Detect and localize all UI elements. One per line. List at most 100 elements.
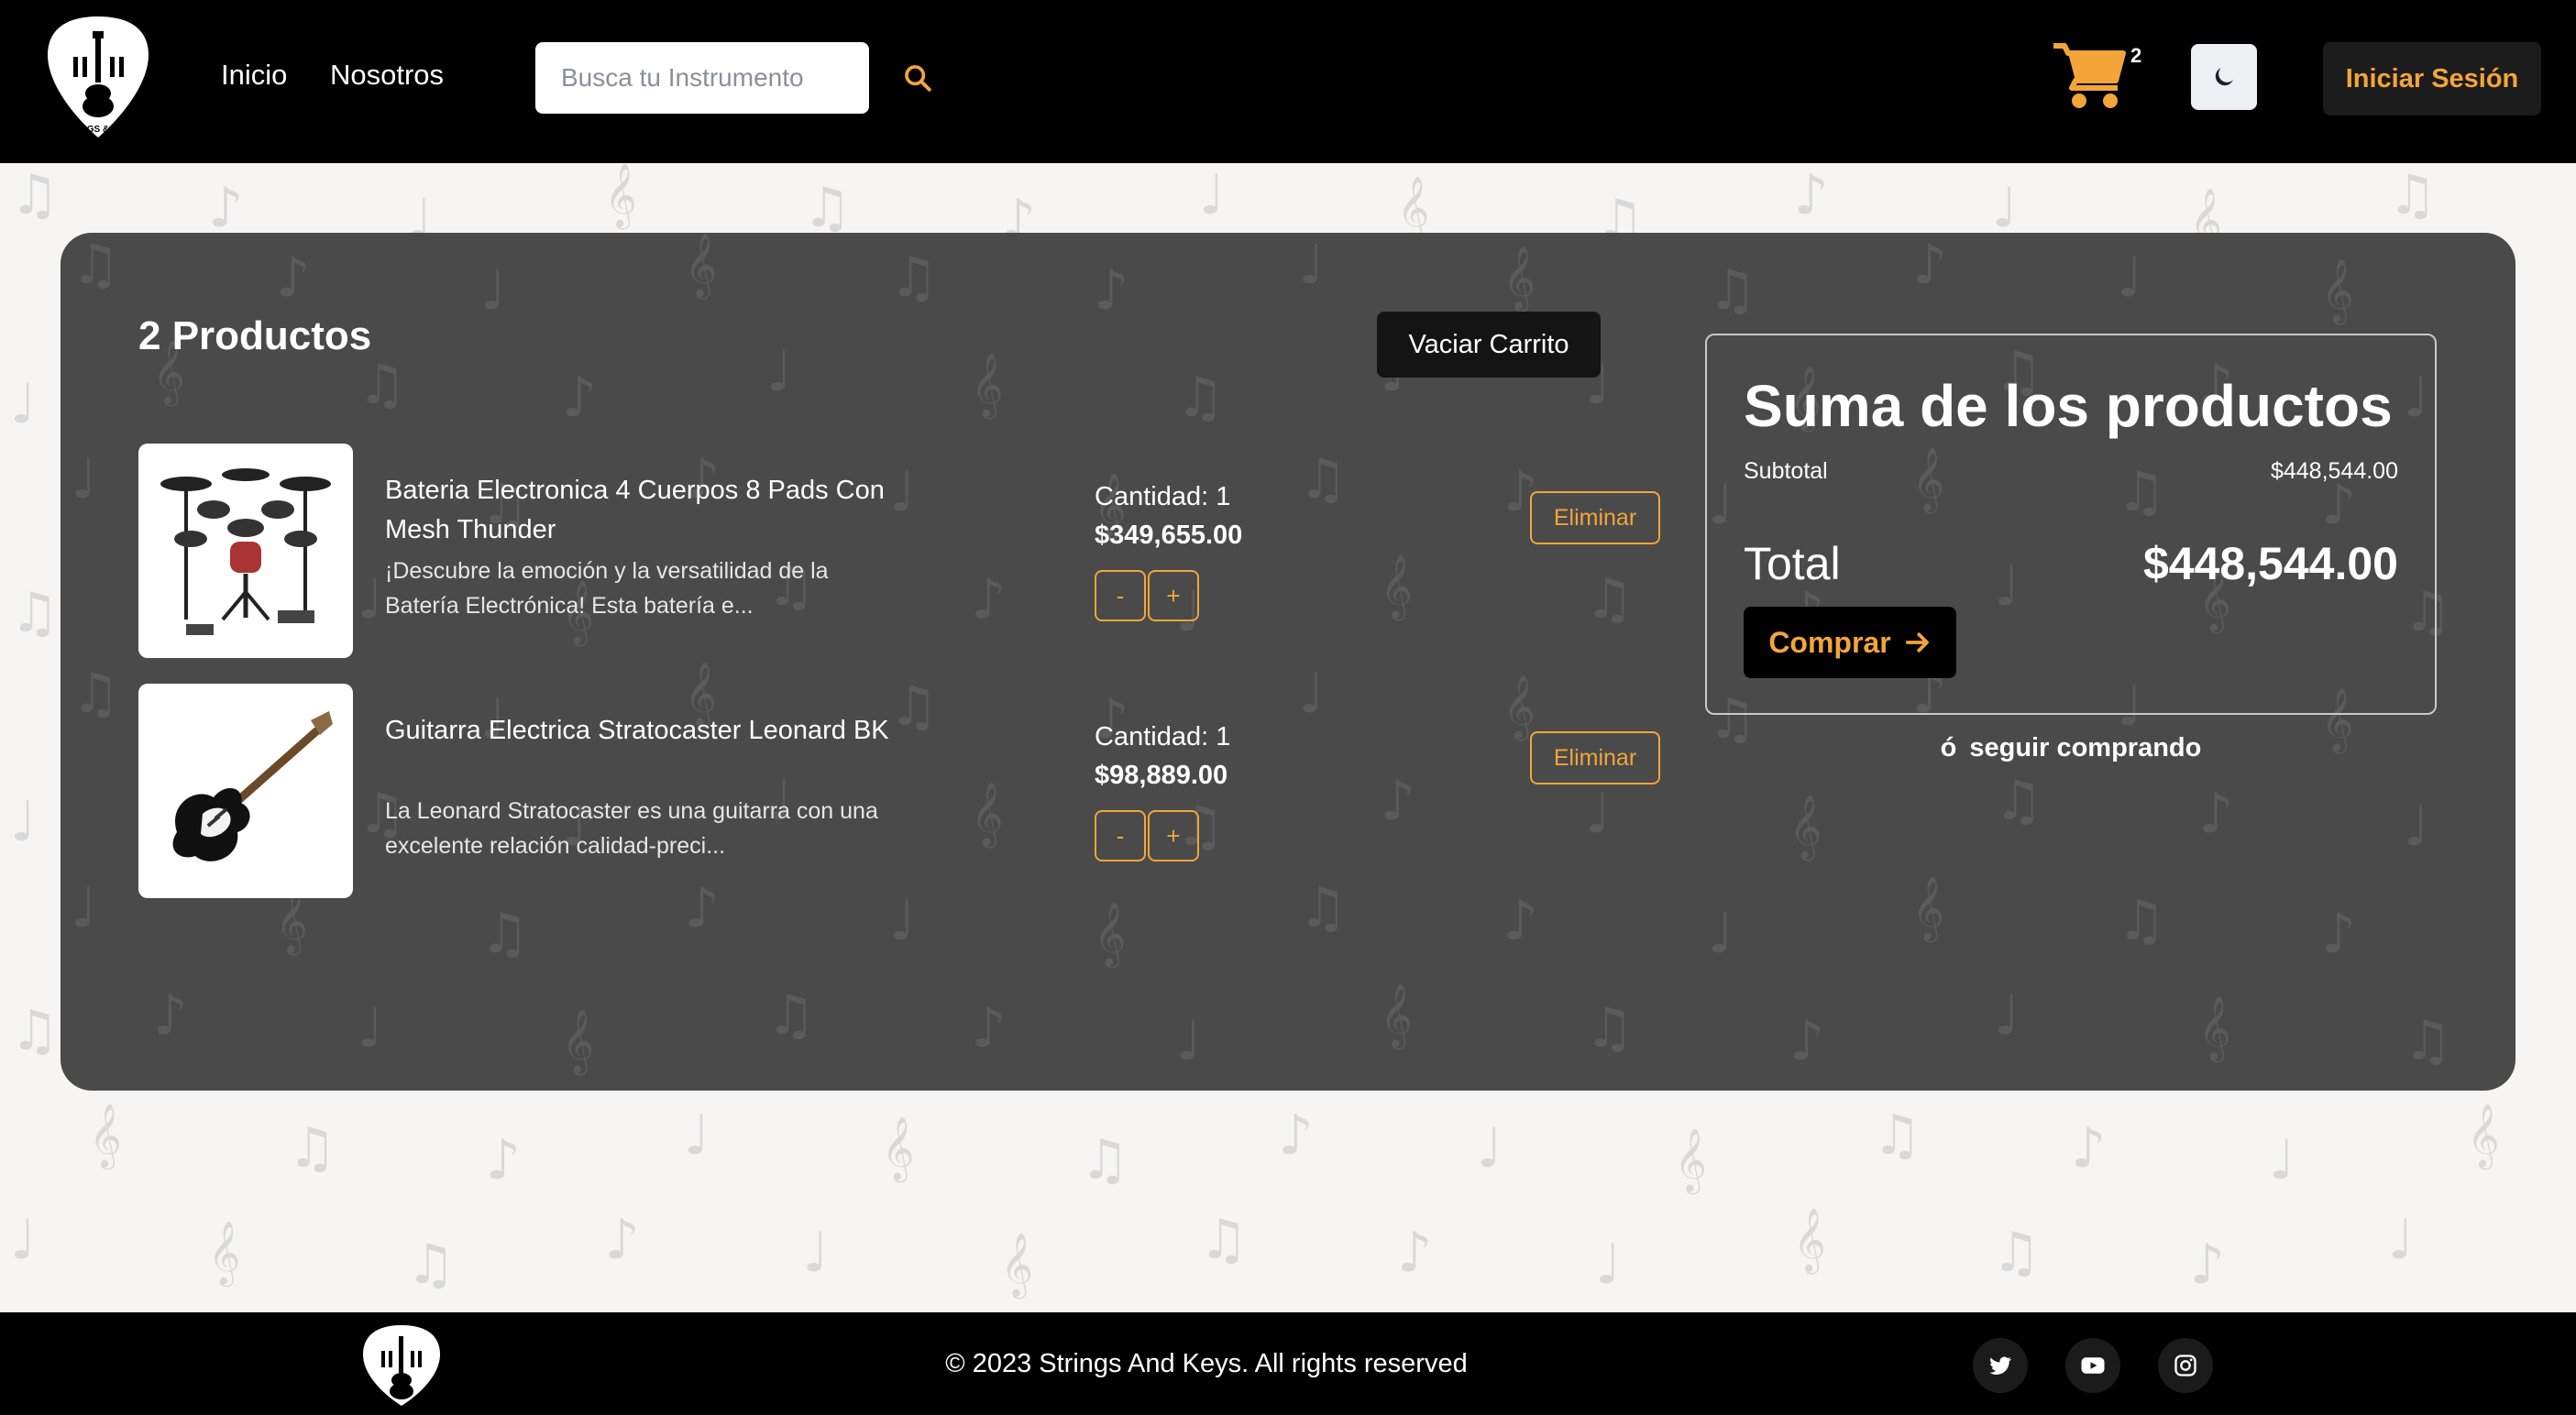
youtube-link[interactable] <box>2065 1338 2120 1393</box>
music-note-decoration: ♫ <box>71 233 120 297</box>
moon-icon <box>2215 68 2233 86</box>
music-note-decoration: ♪ <box>2189 1233 2225 1298</box>
product-name[interactable]: Bateria Electronica 4 Cuerpos 8 Pads Con… <box>385 471 898 550</box>
music-note-decoration: ♪ <box>1789 1009 1825 1074</box>
svg-text:STRINGS & KEYS: STRINGS & KEYS <box>60 125 138 135</box>
music-note-decoration: ♫ <box>1993 769 2043 833</box>
music-note-decoration: 𝄞 <box>1093 902 1127 967</box>
music-note-decoration: 𝄞 <box>1503 246 1536 311</box>
music-note-decoration: ♩ <box>2387 1208 2414 1272</box>
increase-quantity-button[interactable]: + <box>1148 810 1199 861</box>
remove-item-button[interactable]: Eliminar <box>1530 491 1660 544</box>
product-description: La Leonard Stratocaster es una guitarra … <box>385 798 878 859</box>
instagram-link[interactable] <box>2158 1338 2213 1393</box>
music-note-decoration: ♩ <box>71 447 97 511</box>
music-note-decoration: ♫ <box>802 175 853 240</box>
music-note-decoration: ♪ <box>275 246 311 311</box>
music-note-decoration: ♪ <box>2198 782 2234 847</box>
music-note-decoration: ♪ <box>604 1208 640 1272</box>
music-note-decoration: ♩ <box>2116 246 2143 311</box>
music-note-decoration: 𝄞 <box>1674 1128 1707 1193</box>
continue-shopping-link[interactable]: ó seguir comprando <box>1705 733 2437 763</box>
music-note-decoration: ♩ <box>1476 1115 1503 1180</box>
music-note-decoration: 𝄞 <box>207 1220 241 1285</box>
music-note-decoration: ♩ <box>9 1208 37 1272</box>
music-note-decoration: ♪ <box>207 175 244 240</box>
strings-and-keys-logo[interactable]: STRINGS & KEYS <box>46 15 150 139</box>
music-note-decoration: 𝄞 <box>1789 795 1822 860</box>
search-input[interactable] <box>535 42 869 114</box>
footer: © 2023 Strings And Keys. All rights rese… <box>0 1312 2576 1415</box>
music-note-decoration: ♩ <box>1175 1009 1202 1074</box>
products-count-heading: 2 Productos <box>138 313 372 358</box>
music-note-decoration: ♪ <box>971 996 1007 1061</box>
music-note-decoration: ♪ <box>1793 163 1829 227</box>
music-note-decoration: ♫ <box>2387 163 2438 227</box>
music-note-decoration: ♪ <box>1396 1220 1433 1285</box>
music-note-decoration: 𝄞 <box>881 1115 915 1180</box>
cart-icon[interactable] <box>2052 40 2127 112</box>
music-note-decoration: ♫ <box>1584 996 1635 1061</box>
music-note-decoration: ♫ <box>9 163 60 227</box>
music-note-decoration: ♩ <box>683 1103 710 1168</box>
music-note-decoration: ♪ <box>1278 1103 1314 1168</box>
music-note-decoration: ♫ <box>1198 1208 1249 1272</box>
music-note-decoration: ♩ <box>1991 175 2018 240</box>
music-note-decoration: ♫ <box>1707 258 1757 324</box>
quantity-label: Cantidad: 1 <box>1095 722 1231 751</box>
product-image-drum-kit[interactable] <box>138 444 353 658</box>
music-note-decoration: ♫ <box>1175 366 1226 431</box>
music-note-decoration: ♩ <box>1993 983 2020 1048</box>
empty-cart-button[interactable]: Vaciar Carrito <box>1377 312 1601 378</box>
music-note-decoration: ♩ <box>71 876 97 940</box>
music-note-decoration: ♩ <box>1298 233 1325 297</box>
music-note-decoration: ♫ <box>1991 1220 2042 1285</box>
drum-kit-image <box>160 468 331 635</box>
music-note-decoration: ♩ <box>2403 795 2429 860</box>
remove-item-button[interactable]: Eliminar <box>1530 731 1660 784</box>
music-note-decoration: ♩ <box>802 1220 829 1285</box>
music-note-decoration: ♪ <box>485 1128 521 1193</box>
decrease-quantity-button[interactable]: - <box>1095 570 1146 621</box>
music-note-decoration: ♫ <box>357 353 407 418</box>
music-note-decoration: ♫ <box>406 1233 456 1298</box>
order-summary: Suma de los productos Subtotal $448,544.… <box>1705 334 2437 715</box>
search-icon[interactable] <box>902 62 933 93</box>
music-note-decoration: ♩ <box>1595 1233 1622 1298</box>
music-note-decoration: 𝄞 <box>604 163 637 227</box>
theme-toggle-button[interactable] <box>2191 44 2257 110</box>
product-name[interactable]: Guitarra Electrica Stratocaster Leonard … <box>385 711 898 751</box>
music-note-decoration: ♩ <box>479 258 506 324</box>
music-note-decoration: 𝄞 <box>2198 996 2231 1061</box>
music-note-decoration: ♫ <box>1872 1103 1922 1168</box>
top-navbar: STRINGS & KEYS Inicio Nosotros 2 Iniciar… <box>0 0 2576 163</box>
login-button[interactable]: Iniciar Sesión <box>2323 42 2541 115</box>
cart-count-badge: 2 <box>2130 44 2142 67</box>
product-price: $349,655.00 <box>1095 521 1243 550</box>
increase-quantity-button[interactable]: + <box>1148 570 1199 621</box>
music-note-decoration: 𝄞 <box>1911 876 1945 940</box>
music-note-decoration: 𝄞 <box>1380 983 1413 1048</box>
buy-button[interactable]: Comprar <box>1744 607 1956 678</box>
music-note-decoration: ♫ <box>765 983 816 1048</box>
twitter-link[interactable] <box>1973 1338 2028 1393</box>
quantity-label: Cantidad: 1 <box>1095 482 1231 511</box>
nav-link-inicio[interactable]: Inicio <box>221 59 287 92</box>
copyright-text: © 2023 Strings And Keys. All rights rese… <box>945 1349 1468 1378</box>
decrease-quantity-button[interactable]: - <box>1095 810 1146 861</box>
music-note-decoration: 𝄞 <box>1396 175 1430 240</box>
music-note-decoration: ♩ <box>9 372 37 436</box>
music-note-decoration: ♫ <box>9 999 60 1063</box>
music-note-decoration: 𝄞 <box>1793 1208 1826 1272</box>
music-note-decoration: ♪ <box>2320 902 2357 967</box>
music-note-decoration: ♪ <box>561 366 598 431</box>
cart-item: Guitarra Electrica Stratocaster Leonard … <box>138 684 1660 900</box>
music-note-decoration: ♫ <box>9 581 60 645</box>
subtotal-value: $448,544.00 <box>2270 458 2398 484</box>
nav-link-nosotros[interactable]: Nosotros <box>330 59 444 92</box>
product-image-guitar[interactable] <box>138 684 353 898</box>
music-note-decoration: 𝄞 <box>1000 1233 1034 1298</box>
music-note-decoration: ♫ <box>2116 889 2166 954</box>
guitar-image <box>172 711 333 861</box>
subtotal-label: Subtotal <box>1744 458 1828 484</box>
